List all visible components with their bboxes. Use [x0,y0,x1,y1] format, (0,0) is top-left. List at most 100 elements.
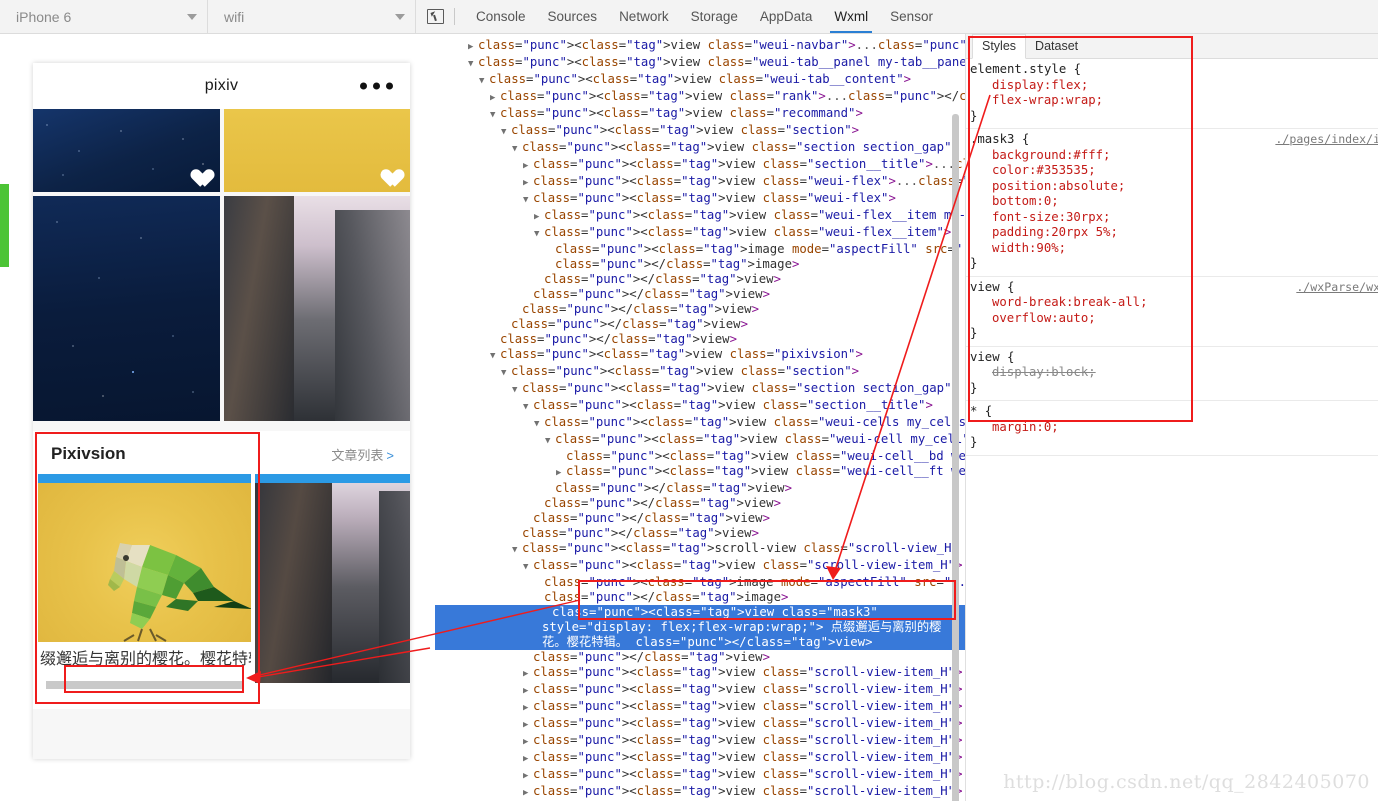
css-declaration[interactable]: padding:20rpx 5%; [970,225,1378,241]
wxml-node[interactable]: ▼ class="punc"><class="tag">view class="w… [435,72,965,89]
wxml-node[interactable]: ▼ class="punc"><class="tag">view class="p… [435,347,965,364]
heart-icon[interactable] [376,162,398,182]
css-declaration[interactable]: color:#353535; [970,163,1378,179]
triangle-down-icon[interactable]: ▼ [490,108,500,123]
triangle-right-icon[interactable]: ▶ [523,701,533,716]
heart-icon[interactable] [186,162,208,182]
css-declaration[interactable]: font-size:30rpx; [970,210,1378,226]
wxml-node[interactable]: ▼ class="punc"><class="tag">view class="w… [435,225,965,242]
horizontal-scrollbar[interactable] [38,675,251,695]
triangle-right-icon[interactable]: ▶ [523,786,533,801]
wxml-node[interactable]: ▶ class="punc"><class="tag">view class="w… [435,174,965,191]
tab-storage[interactable]: Storage [680,0,749,33]
css-declaration[interactable]: flex-wrap:wrap; [970,93,1378,109]
wxml-node[interactable]: ▼ class="punc"><class="tag">view class="s… [435,364,965,381]
css-declaration[interactable]: word-break:break-all; [970,295,1378,311]
wxml-node[interactable]: ▶ class="punc"><class="tag">view class="w… [435,38,965,55]
wxml-tree[interactable]: ▶ class="punc"><class="tag">view class="w… [435,34,965,801]
wxml-node[interactable]: class="punc"></class="tag">view> [435,481,965,496]
triangle-down-icon[interactable]: ▼ [523,560,533,575]
css-rule[interactable]: view {display:block;} [966,347,1378,401]
wxml-node[interactable]: ▼ class="punc"><class="tag">view class="r… [435,106,965,123]
css-rule[interactable]: view {./wxParse/wxParsword-break:break-a… [966,277,1378,347]
triangle-down-icon[interactable]: ▼ [523,400,533,415]
triangle-right-icon[interactable]: ▶ [523,667,533,682]
triangle-down-icon[interactable]: ▼ [534,417,544,432]
tab-console[interactable]: Console [465,0,537,33]
css-declaration[interactable]: background:#fff; [970,148,1378,164]
wxml-node[interactable]: class="punc"></class="tag">view> [435,317,965,332]
wxml-node[interactable]: class="punc"></class="tag">view> [435,496,965,511]
triangle-down-icon[interactable]: ▼ [512,543,522,558]
wxml-node[interactable]: ▼ class="punc"><class="tag">view class="s… [435,381,965,398]
tab-sources[interactable]: Sources [537,0,609,33]
css-rule[interactable]: .mask3 {./pages/index/indexbackground:#f… [966,129,1378,277]
styles-pane[interactable]: Styles Dataset element.style {display:fl… [965,34,1378,801]
wxml-node[interactable]: ▼ class="punc"><class="tag">view class="s… [435,140,965,157]
wxml-node-selected[interactable]: class="punc"><class="tag">view class="ma… [435,605,965,650]
wxml-node[interactable]: ▶ class="punc"><class="tag">view class="s… [435,716,965,733]
tab-sensor[interactable]: Sensor [879,0,944,33]
wxml-node[interactable]: ▶ class="punc"><class="tag">view class="s… [435,767,965,784]
css-declaration[interactable]: margin:0; [970,420,1378,436]
css-declaration[interactable]: display:block; [970,365,1378,381]
wxml-node[interactable]: ▼ class="punc"><class="tag">view class="w… [435,432,965,449]
triangle-right-icon[interactable]: ▶ [556,466,566,481]
rank-card-4[interactable] [223,196,410,421]
triangle-right-icon[interactable]: ▶ [523,684,533,699]
wxml-node[interactable]: ▶ class="punc"><class="tag">view class="s… [435,699,965,716]
more-dots-icon[interactable] [360,82,393,90]
scroll-view-item[interactable] [255,474,410,696]
css-declaration[interactable]: width:90%; [970,241,1378,257]
wxml-node[interactable]: ▼ class="punc"><class="tag">view class="w… [435,191,965,208]
wxml-node[interactable]: ▼ class="punc"><class="tag">view class="s… [435,123,965,140]
rank-card-1[interactable] [33,109,220,192]
wxml-node[interactable]: class="punc"></class="tag">view> [435,526,965,541]
wxml-node[interactable]: class="punc"></class="tag">image> [435,257,965,272]
green-side-tab[interactable] [0,184,9,267]
wxml-node[interactable]: class="punc"><class="tag">image mode="as… [435,575,965,590]
wxml-node[interactable]: ▶ class="punc"><class="tag">view class="s… [435,665,965,682]
triangle-down-icon[interactable]: ▼ [501,366,511,381]
triangle-right-icon[interactable]: ▶ [523,718,533,733]
rank-card-2[interactable] [223,109,410,192]
triangle-right-icon[interactable]: ▶ [490,91,500,106]
tab-appdata[interactable]: AppData [749,0,824,33]
tab-styles[interactable]: Styles [972,34,1027,59]
triangle-down-icon[interactable]: ▼ [468,57,478,72]
inspect-element-button[interactable] [416,0,454,33]
tab-dataset[interactable]: Dataset [1026,35,1087,59]
wxml-node[interactable]: ▶ class="punc"><class="tag">view class="r… [435,89,965,106]
wxml-node[interactable]: class="punc"></class="tag">view> [435,287,965,302]
wxml-tree-pane[interactable]: ▶ class="punc"><class="tag">view class="w… [435,34,965,801]
wxml-node[interactable]: class="punc"><class="tag">image mode="as… [435,242,965,257]
triangle-right-icon[interactable]: ▶ [523,159,533,174]
wxml-node[interactable]: ▶ class="punc"><class="tag">view class="s… [435,750,965,767]
wxml-node[interactable]: ▶ class="punc"><class="tag">view class="s… [435,733,965,750]
wxml-node[interactable]: ▶ class="punc"><class="tag">view class="s… [435,784,965,801]
triangle-down-icon[interactable]: ▼ [545,434,555,449]
rank-card-3[interactable] [33,196,220,421]
css-declaration[interactable]: display:flex; [970,78,1378,94]
wxml-node[interactable]: ▶ class="punc"><class="tag">view class="s… [435,682,965,699]
wxml-node[interactable]: class="punc"></class="tag">view> [435,332,965,347]
wxml-node[interactable]: ▼ class="punc"><class="tag">view class="w… [435,55,965,72]
wxml-node[interactable]: class="punc"><class="tag">view class="we… [435,449,965,464]
wxml-node[interactable]: class="punc"></class="tag">image> [435,590,965,605]
tab-network[interactable]: Network [608,0,680,33]
wxml-tree-scrollbar[interactable] [952,114,959,801]
triangle-right-icon[interactable]: ▶ [534,210,544,225]
device-select[interactable]: iPhone 6 [0,0,208,33]
wxml-node[interactable]: class="punc"></class="tag">view> [435,272,965,287]
triangle-down-icon[interactable]: ▼ [523,193,533,208]
wxml-node[interactable]: ▼ class="punc"><class="tag">view class="s… [435,558,965,575]
triangle-down-icon[interactable]: ▼ [512,142,522,157]
css-declaration[interactable]: bottom:0; [970,194,1378,210]
css-rule[interactable]: element.style {display:flex; flex-wrap:wr… [966,59,1378,129]
triangle-down-icon[interactable]: ▼ [490,349,500,364]
css-rule[interactable]: * {margin:0;} [966,401,1378,456]
triangle-down-icon[interactable]: ▼ [534,227,544,242]
network-select[interactable]: wifi [208,0,416,33]
css-rule-source-link[interactable]: ./wxParse/wxPars [1296,280,1378,296]
wxml-node[interactable]: ▶ class="punc"><class="tag">view class="w… [435,464,965,481]
